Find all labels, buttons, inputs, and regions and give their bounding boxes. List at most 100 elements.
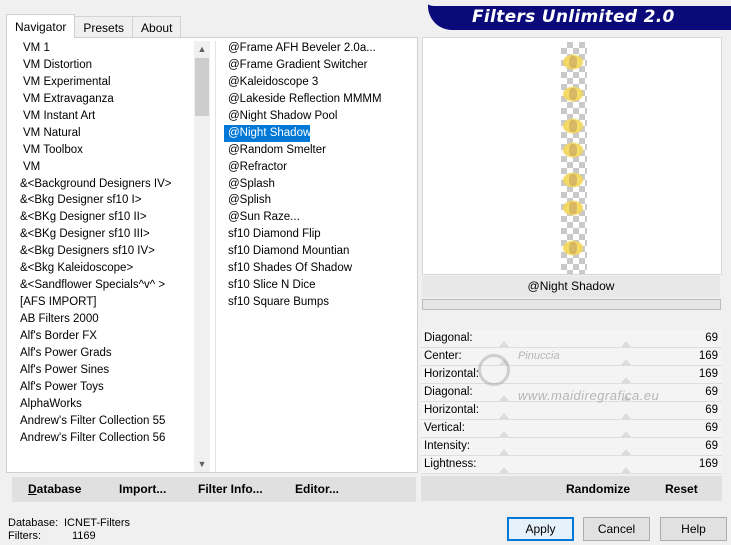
filter-list-item[interactable]: @Random Smelter <box>224 142 414 159</box>
category-scrollbar[interactable]: ▲ ▼ <box>194 41 210 472</box>
parameter-slider[interactable]: Lightness: 169 <box>421 456 722 474</box>
category-list-item[interactable]: Andrew's Filter Collection 55 <box>11 413 194 430</box>
parameter-value: 69 <box>705 386 718 398</box>
editor-button[interactable]: Editor... <box>295 482 339 496</box>
filter-info-button[interactable]: Filter Info... <box>198 482 263 496</box>
scroll-thumb[interactable] <box>195 58 209 116</box>
help-button[interactable]: Help <box>660 517 727 541</box>
database-status-value: ICNET-Filters <box>64 517 130 529</box>
filter-list-item[interactable]: @Splash <box>224 176 414 193</box>
slider-tick-icon <box>621 413 631 419</box>
filter-list-item[interactable]: sf10 Diamond Mountian <box>224 243 414 260</box>
filter-list-item[interactable]: @Lakeside Reflection MMMM <box>224 91 414 108</box>
parameter-value: 169 <box>698 458 718 470</box>
tab-about[interactable]: About <box>132 16 182 38</box>
category-list-item[interactable]: VM 1 <box>11 40 194 57</box>
category-list-item[interactable]: &<Bkg Kaleidoscope> <box>11 260 194 277</box>
parameter-name: Vertical: <box>424 422 465 434</box>
tab-presets[interactable]: Presets <box>74 16 134 38</box>
preview-flower <box>559 170 589 190</box>
filter-list-item[interactable]: @Night Shadow <box>224 124 311 142</box>
filter-list-item[interactable]: sf10 Shades Of Shadow <box>224 260 414 277</box>
parameter-slider[interactable]: Horizontal: 69 <box>421 402 722 420</box>
tab-navigator[interactable]: Navigator <box>6 14 76 38</box>
parameter-slider[interactable]: Diagonal: 69 <box>421 330 722 348</box>
category-list-item[interactable]: VM Extravaganza <box>11 91 194 108</box>
scroll-up-arrow-icon[interactable]: ▲ <box>194 41 210 57</box>
import-button[interactable]: Import... <box>119 482 166 496</box>
filter-list-item[interactable]: @Frame Gradient Switcher <box>224 57 414 74</box>
slider-tick-icon <box>621 467 631 473</box>
parameter-name: Horizontal: <box>424 404 479 416</box>
filter-list-item[interactable]: sf10 Slice N Dice <box>224 277 414 294</box>
filter-list-item[interactable]: @Frame AFH Beveler 2.0a... <box>224 40 414 57</box>
parameter-button-bar: Randomize Reset <box>421 476 722 501</box>
slider-tick-icon <box>621 341 631 347</box>
database-status-label: Database: <box>8 517 59 529</box>
current-filter-name: @Night Shadow <box>422 276 720 297</box>
slider-tick-icon <box>499 467 509 473</box>
category-list-item[interactable]: VM Natural <box>11 125 194 142</box>
parameter-value: 169 <box>698 368 718 380</box>
parameter-slider[interactable]: Horizontal: 169 <box>421 366 722 384</box>
category-list-item[interactable]: &<Bkg Designer sf10 I> <box>11 192 194 209</box>
parameter-name: Diagonal: <box>424 332 473 344</box>
category-list-item[interactable]: Alf's Power Grads <box>11 345 194 362</box>
database-button-label: atabase <box>36 482 82 496</box>
category-list-item[interactable]: AlphaWorks <box>11 396 194 413</box>
parameter-value: 69 <box>705 422 718 434</box>
category-list-item[interactable]: Alf's Power Toys <box>11 379 194 396</box>
slider-tick-icon <box>621 377 631 383</box>
category-list-item[interactable]: Andrew's Filter Collection 56 <box>11 430 194 447</box>
filters-count-value: 1169 <box>72 530 96 542</box>
navigator-button-bar: Database Import... Filter Info... Editor… <box>12 477 416 502</box>
category-list-item[interactable]: &<Bkg Designers sf10 IV> <box>11 243 194 260</box>
filter-list-item[interactable]: sf10 Square Bumps <box>224 294 414 311</box>
category-list[interactable]: VM 1 VM Distortion VM Experimental VM Extra… <box>11 40 194 472</box>
category-list-item[interactable]: VM Distortion <box>11 57 194 74</box>
preview-flower <box>559 198 589 218</box>
tab-bar: Navigator Presets About <box>6 14 182 38</box>
parameter-value: 69 <box>705 332 718 344</box>
parameter-slider[interactable]: Center: 169 <box>421 348 722 366</box>
filter-list-item[interactable]: @Splish <box>224 192 414 209</box>
slider-tick-icon <box>621 359 631 365</box>
category-list-item[interactable]: [AFS IMPORT] <box>11 294 194 311</box>
category-list-item[interactable]: VM Instant Art <box>11 108 194 125</box>
reset-button[interactable]: Reset <box>665 482 698 496</box>
parameter-name: Diagonal: <box>424 386 473 398</box>
filter-list-item[interactable]: @Kaleidoscope 3 <box>224 74 414 91</box>
category-list-item[interactable]: &<Background Designers IV> <box>11 176 194 193</box>
category-list-item[interactable]: Alf's Border FX <box>11 328 194 345</box>
parameter-value: 169 <box>698 350 718 362</box>
category-list-item[interactable]: AB Filters 2000 <box>11 311 194 328</box>
slider-tick-icon <box>499 431 509 437</box>
scroll-down-arrow-icon[interactable]: ▼ <box>194 456 210 472</box>
parameter-slider[interactable]: Diagonal: 69 <box>421 384 722 402</box>
category-list-item[interactable]: Alf's Power Sines <box>11 362 194 379</box>
filter-list-item[interactable]: @Refractor <box>224 159 414 176</box>
category-list-item[interactable]: VM <box>11 159 194 176</box>
filter-list-item[interactable]: @Night Shadow Pool <box>224 108 414 125</box>
filter-list-item[interactable]: sf10 Diamond Flip <box>224 226 414 243</box>
slider-tick-icon <box>499 341 509 347</box>
status-area: Database: ICNET-Filters Filters: 1169 <box>8 517 130 543</box>
category-list-item[interactable]: VM Experimental <box>11 74 194 91</box>
parameter-slider[interactable]: Intensity: 69 <box>421 438 722 456</box>
parameter-name: Lightness: <box>424 458 477 470</box>
category-list-item[interactable]: &<BKg Designer sf10 II> <box>11 209 194 226</box>
filter-list[interactable]: @Frame AFH Beveler 2.0a... @Frame Gradien… <box>224 40 414 320</box>
cancel-button[interactable]: Cancel <box>583 517 650 541</box>
slider-tick-icon <box>499 413 509 419</box>
filter-list-item[interactable]: @Sun Raze... <box>224 209 414 226</box>
progress-bar <box>422 299 721 310</box>
category-list-item[interactable]: &<Sandflower Specials^v^ > <box>11 277 194 294</box>
preview-flower <box>559 238 589 258</box>
category-list-item[interactable]: &<BKg Designer sf10 III> <box>11 226 194 243</box>
category-list-item[interactable]: VM Toolbox <box>11 142 194 159</box>
parameter-slider[interactable]: Vertical: 69 <box>421 420 722 438</box>
randomize-button[interactable]: Randomize <box>566 482 630 496</box>
parameter-name: Intensity: <box>424 440 471 452</box>
database-button[interactable]: Database <box>28 482 81 496</box>
apply-button[interactable]: Apply <box>507 517 574 541</box>
